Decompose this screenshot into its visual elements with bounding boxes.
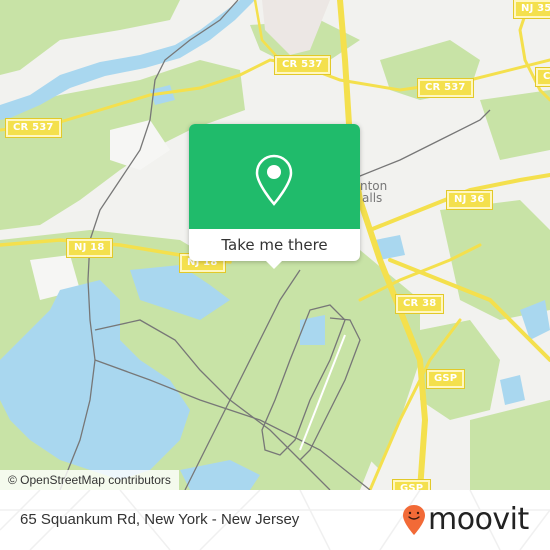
forest-area — [470, 400, 550, 490]
map-view[interactable]: CR 537 CR 537 CR 537 CR 5 NJ 35 NJ 18 NJ… — [0, 0, 550, 490]
brand-name: moovit — [428, 502, 529, 537]
forest-area — [480, 90, 550, 160]
road-shield-nj36: NJ 36 — [446, 190, 493, 210]
road-shield-gsp-south: GSP — [391, 479, 432, 490]
moovit-smile-pin-icon — [403, 505, 425, 535]
water-body — [500, 375, 525, 405]
road-shield-cr537-edge: CR 5 — [534, 67, 550, 87]
road-shield-cr537-north: CR 537 — [274, 55, 331, 75]
popup-header[interactable] — [189, 124, 360, 229]
road-shield-nj35: NJ 35 — [513, 0, 550, 19]
rail-line — [349, 109, 491, 181]
footer: 65 Squankum Rd, New York - New Jersey mo… — [0, 490, 550, 550]
take-me-there-button[interactable]: Take me there — [189, 229, 360, 261]
map-attribution[interactable]: © OpenStreetMap contributors — [0, 470, 179, 490]
address-text: 65 Squankum Rd, New York - New Jersey — [20, 511, 300, 528]
road-shield-cr537-west: CR 537 — [5, 118, 62, 138]
location-popup[interactable]: Take me there — [189, 124, 360, 269]
map-pin-icon — [255, 154, 293, 206]
place-label-tinton-falls: alls — [362, 191, 383, 205]
forest-area — [440, 200, 550, 320]
road-shield-cr537-east: CR 537 — [417, 78, 474, 98]
road-shield-cr38: CR 38 — [394, 294, 445, 314]
moovit-logo[interactable]: moovit — [402, 504, 529, 536]
road-shield-nj18-west: NJ 18 — [66, 238, 113, 258]
road-shield-gsp-north: GSP — [425, 369, 466, 389]
popup-pointer — [266, 261, 282, 269]
water-body — [300, 315, 325, 345]
